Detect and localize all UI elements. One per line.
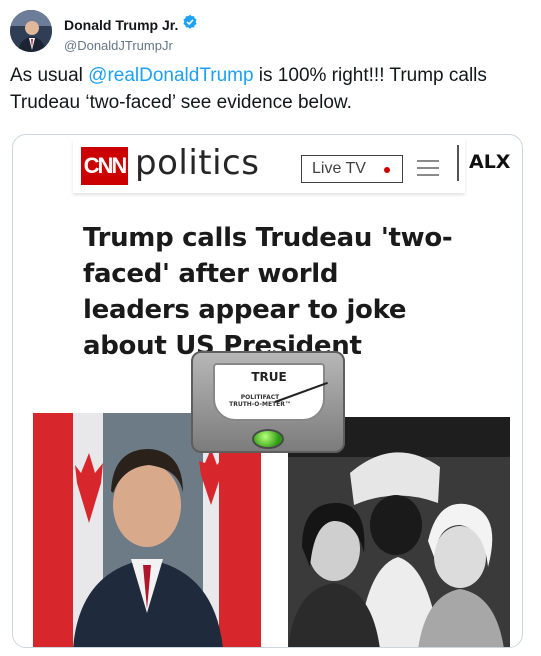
tweet-media-image[interactable]: CNN politics Live TV ALX Trump calls Tru… — [12, 134, 523, 648]
hamburger-menu-icon — [417, 160, 439, 176]
meter-caption-line2: TRUTH-O-METER™ — [229, 401, 291, 408]
alx-label: ALX — [469, 151, 511, 173]
display-name[interactable]: Donald Trump Jr. — [64, 17, 178, 33]
divider — [457, 145, 459, 181]
live-tv-label: Live TV — [312, 160, 366, 177]
cnn-logo: CNN — [81, 147, 128, 185]
section-title: politics — [135, 143, 260, 183]
author-names: Donald Trump Jr. @DonaldJTrumpJr — [64, 14, 198, 53]
meter-light-icon — [252, 429, 284, 449]
tweet-text-before: As usual — [10, 65, 89, 86]
truth-o-meter: TRUE POLITIFACT TRUTH-O-METER™ — [191, 351, 345, 459]
cnn-header-bar: CNN politics Live TV — [73, 139, 465, 193]
meter-rating: TRUE — [251, 370, 287, 384]
meter-caption: POLITIFACT TRUTH-O-METER™ — [225, 394, 295, 408]
mention-link[interactable]: @realDonaldTrump — [88, 65, 253, 86]
meter-face: TRUE POLITIFACT TRUTH-O-METER™ — [213, 363, 328, 421]
verified-badge-icon — [182, 14, 198, 35]
meter-needle — [274, 381, 328, 403]
article-headline: Trump calls Trudeau 'two-faced' after wo… — [83, 223, 453, 361]
tweet-text: As usual @realDonaldTrump is 100% right!… — [10, 62, 520, 116]
live-tv-button: Live TV — [301, 155, 403, 183]
display-name-row: Donald Trump Jr. — [64, 14, 198, 35]
live-dot-icon — [384, 167, 390, 173]
tweet-header: Donald Trump Jr. @DonaldJTrumpJr — [10, 6, 530, 54]
meter-body: TRUE POLITIFACT TRUTH-O-METER™ — [191, 351, 345, 453]
handle[interactable]: @DonaldJTrumpJr — [64, 38, 198, 53]
avatar[interactable] — [10, 10, 52, 52]
